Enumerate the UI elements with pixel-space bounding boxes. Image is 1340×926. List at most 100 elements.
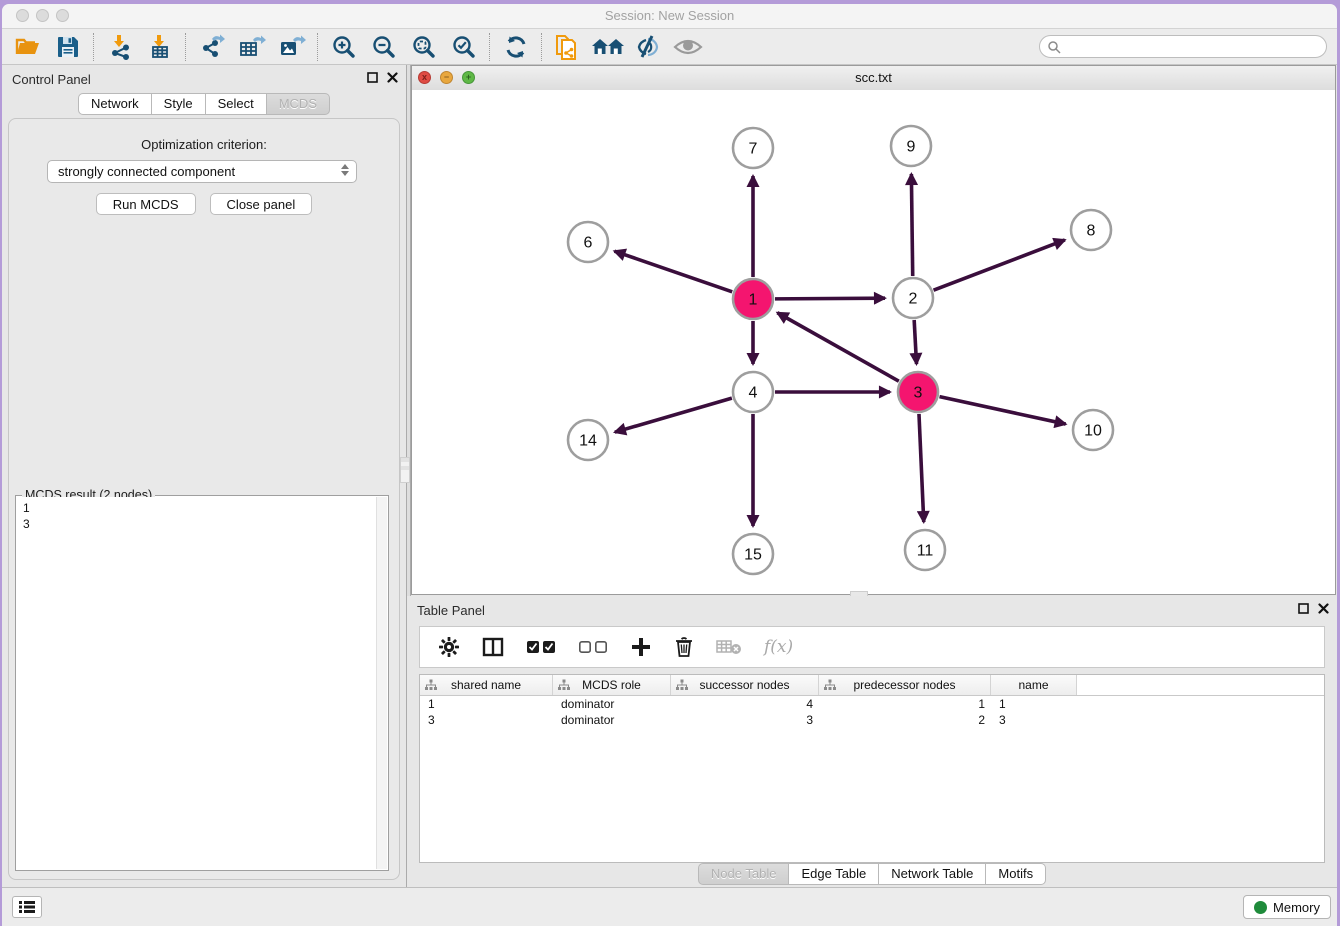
clone-network-button[interactable] <box>548 31 588 63</box>
close-panel-button[interactable]: Close panel <box>210 193 313 215</box>
table-cell[interactable]: 4 <box>671 696 819 712</box>
edge-3-1[interactable] <box>777 313 898 381</box>
export-network-icon <box>199 33 226 60</box>
svg-text:7: 7 <box>749 141 758 158</box>
delete-row-button[interactable] <box>674 636 694 658</box>
export-table-button[interactable] <box>232 31 272 63</box>
edge-3-11[interactable] <box>919 414 924 522</box>
float-icon[interactable] <box>1298 603 1309 614</box>
table-cell[interactable]: 3 <box>991 712 1077 728</box>
table-cell[interactable]: 1 <box>819 696 991 712</box>
memory-status-icon <box>1254 901 1267 914</box>
window-title: Session: New Session <box>2 8 1337 23</box>
import-table-button[interactable] <box>140 31 180 63</box>
node-4[interactable]: 4 <box>733 372 773 412</box>
node-8[interactable]: 8 <box>1071 210 1111 250</box>
split-columns-icon <box>482 636 504 658</box>
node-1[interactable]: 1 <box>733 279 773 319</box>
edge-4-14[interactable] <box>615 398 732 432</box>
zoom-in-button[interactable] <box>324 31 364 63</box>
home-networks-icon <box>591 35 625 59</box>
table-cell[interactable]: dominator <box>553 712 671 728</box>
hide-details-button[interactable] <box>628 31 668 63</box>
run-mcds-button[interactable]: Run MCDS <box>96 193 196 215</box>
export-network-button[interactable] <box>192 31 232 63</box>
table-cell[interactable]: 3 <box>671 712 819 728</box>
mcds-result-text[interactable]: 1 3 <box>17 497 377 869</box>
table-cell[interactable]: 1 <box>991 696 1077 712</box>
divider-grip[interactable] <box>400 457 410 483</box>
float-icon[interactable] <box>367 72 378 83</box>
column-header-name[interactable]: name <box>991 675 1077 695</box>
table-cell[interactable]: dominator <box>553 696 671 712</box>
tab-network-table[interactable]: Network Table <box>879 863 986 885</box>
edge-1-6[interactable] <box>614 251 732 292</box>
export-table-icon <box>238 33 266 60</box>
home-networks-button[interactable] <box>588 31 628 63</box>
edge-2-3[interactable] <box>914 320 916 364</box>
node-6[interactable]: 6 <box>568 222 608 262</box>
toolbar-separator <box>541 33 543 61</box>
node-10[interactable]: 10 <box>1073 410 1113 450</box>
table-settings-button[interactable] <box>438 636 460 658</box>
fit-content-button[interactable] <box>404 31 444 63</box>
save-session-button[interactable] <box>48 31 88 63</box>
edge-3-10[interactable] <box>939 397 1065 424</box>
titlebar: Session: New Session <box>2 4 1337 29</box>
edge-1-2[interactable] <box>775 298 885 299</box>
delete-table-button[interactable] <box>716 638 742 656</box>
tab-network[interactable]: Network <box>78 93 152 115</box>
tab-node-table[interactable]: Node Table <box>698 863 790 885</box>
edge-2-8[interactable] <box>934 240 1065 290</box>
deselect-all-button[interactable] <box>578 639 608 655</box>
add-row-button[interactable] <box>630 636 652 658</box>
tab-edge-table[interactable]: Edge Table <box>789 863 879 885</box>
result-scrollbar[interactable] <box>376 497 387 869</box>
eye-icon <box>673 36 703 58</box>
table-row[interactable]: 1dominator411 <box>420 696 1324 712</box>
node-9[interactable]: 9 <box>891 126 931 166</box>
memory-label: Memory <box>1273 900 1320 915</box>
import-network-button[interactable] <box>100 31 140 63</box>
fit-content-icon <box>411 34 437 60</box>
table-row[interactable]: 3dominator323 <box>420 712 1324 728</box>
node-3[interactable]: 3 <box>898 372 938 412</box>
show-columns-button[interactable] <box>482 636 504 658</box>
network-graph[interactable]: 7 9 6 8 1 2 4 3 14 10 15 11 <box>412 90 1335 594</box>
column-header-MCDS-role[interactable]: MCDS role <box>553 675 671 695</box>
close-icon[interactable] <box>1318 603 1329 614</box>
tab-style[interactable]: Style <box>152 93 206 115</box>
function-builder-button[interactable]: f(x) <box>764 637 793 657</box>
open-session-button[interactable] <box>8 31 48 63</box>
column-header-successor-nodes[interactable]: successor nodes <box>671 675 819 695</box>
zoom-selected-button[interactable] <box>444 31 484 63</box>
zoom-out-button[interactable] <box>364 31 404 63</box>
network-frame-titlebar[interactable]: x − + scc.txt <box>412 66 1335 91</box>
attribute-icon <box>676 679 688 691</box>
node-14[interactable]: 14 <box>568 420 608 460</box>
node-2[interactable]: 2 <box>893 278 933 318</box>
apply-layout-button[interactable] <box>496 31 536 63</box>
memory-button[interactable]: Memory <box>1243 895 1331 919</box>
tab-mcds[interactable]: MCDS <box>267 93 330 115</box>
search-field[interactable] <box>1039 35 1327 58</box>
task-history-button[interactable] <box>12 896 42 918</box>
table-cell[interactable]: 1 <box>420 696 553 712</box>
edge-2-9[interactable] <box>911 174 912 276</box>
show-hide-button[interactable] <box>668 31 708 63</box>
close-icon[interactable] <box>387 72 398 83</box>
tab-motifs[interactable]: Motifs <box>986 863 1046 885</box>
tab-select[interactable]: Select <box>206 93 267 115</box>
node-7[interactable]: 7 <box>733 128 773 168</box>
table-cell[interactable]: 3 <box>420 712 553 728</box>
export-image-button[interactable] <box>272 31 312 63</box>
criterion-select[interactable]: strongly connected component <box>47 160 357 183</box>
column-header-predecessor-nodes[interactable]: predecessor nodes <box>819 675 991 695</box>
node-15[interactable]: 15 <box>733 534 773 574</box>
table-cell[interactable]: 2 <box>819 712 991 728</box>
node-11[interactable]: 11 <box>905 530 945 570</box>
search-input[interactable] <box>1065 39 1326 55</box>
network-canvas[interactable]: 7 9 6 8 1 2 4 3 14 10 15 11 <box>412 90 1335 594</box>
select-all-button[interactable] <box>526 639 556 655</box>
column-header-shared-name[interactable]: shared name <box>420 675 553 695</box>
